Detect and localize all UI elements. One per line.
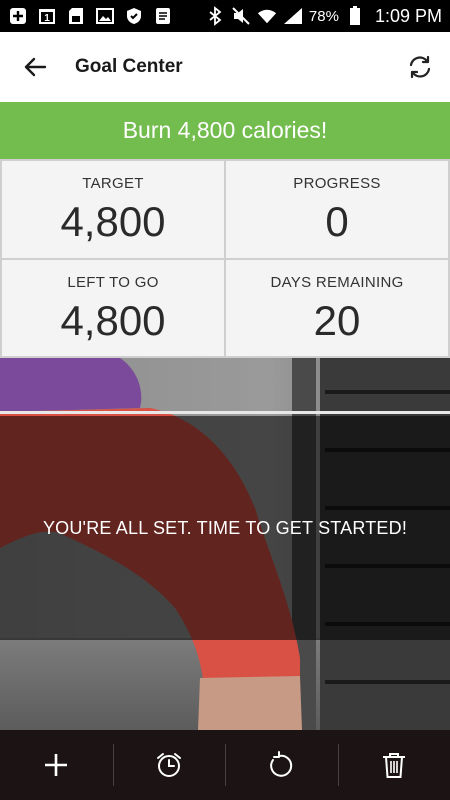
stat-left-to-go: LEFT TO GO 4,800 [2,259,224,356]
stat-progress: PROGRESS 0 [226,161,448,258]
stat-value: 4,800 [60,296,166,344]
document-icon [153,6,173,26]
stat-label: DAYS REMAINING [270,273,404,291]
stat-value: 4,800 [60,198,166,245]
battery-icon [345,6,365,26]
delete-button[interactable] [337,730,450,800]
app-bar: Goal Center [0,32,450,102]
bluetooth-icon [205,6,225,26]
arrow-left-icon [24,57,47,77]
add-notification-icon [8,6,28,26]
page-title: Goal Center [75,56,183,77]
status-message: YOU'RE ALL SET. TIME TO GET STARTED! [42,518,408,538]
stat-value: 20 [313,296,361,344]
reset-icon [270,751,293,777]
stat-label: PROGRESS [293,175,381,192]
image-icon [95,6,115,26]
mute-icon [231,6,251,26]
back-button[interactable] [0,32,70,102]
refresh-icon [409,55,431,79]
reset-button[interactable] [225,730,338,800]
alarm-clock-icon [156,753,181,777]
shield-icon [124,6,144,26]
stats-grid: TARGET 4,800 PROGRESS 0 LEFT TO GO 4,800… [0,159,450,358]
sd-card-icon [66,6,86,26]
background-photo: YOU'RE ALL SET. TIME TO GET STARTED! [0,358,450,730]
stat-value: 0 [325,198,349,245]
trash-icon [382,753,405,778]
bottom-toolbar [0,730,450,800]
refresh-button[interactable] [390,32,450,102]
stat-days-remaining: DAYS REMAINING 20 [226,259,448,356]
plus-icon [45,754,68,776]
divider-line [0,411,450,414]
clock: 1:09 PM [374,5,442,26]
stat-label: TARGET [82,175,144,192]
calendar-icon: 1 [37,6,57,26]
add-button[interactable] [0,730,113,800]
stat-target: TARGET 4,800 [2,161,224,258]
reminder-button[interactable] [112,730,226,800]
signal-icon [283,6,303,26]
goal-banner: Burn 4,800 calories! [0,102,450,159]
stat-label: LEFT TO GO [67,273,159,291]
wifi-icon [257,6,277,26]
svg-text:1: 1 [44,13,50,24]
status-bar: 1 78% 1:09 PM [0,0,450,32]
battery-percent: 78% [308,7,339,25]
